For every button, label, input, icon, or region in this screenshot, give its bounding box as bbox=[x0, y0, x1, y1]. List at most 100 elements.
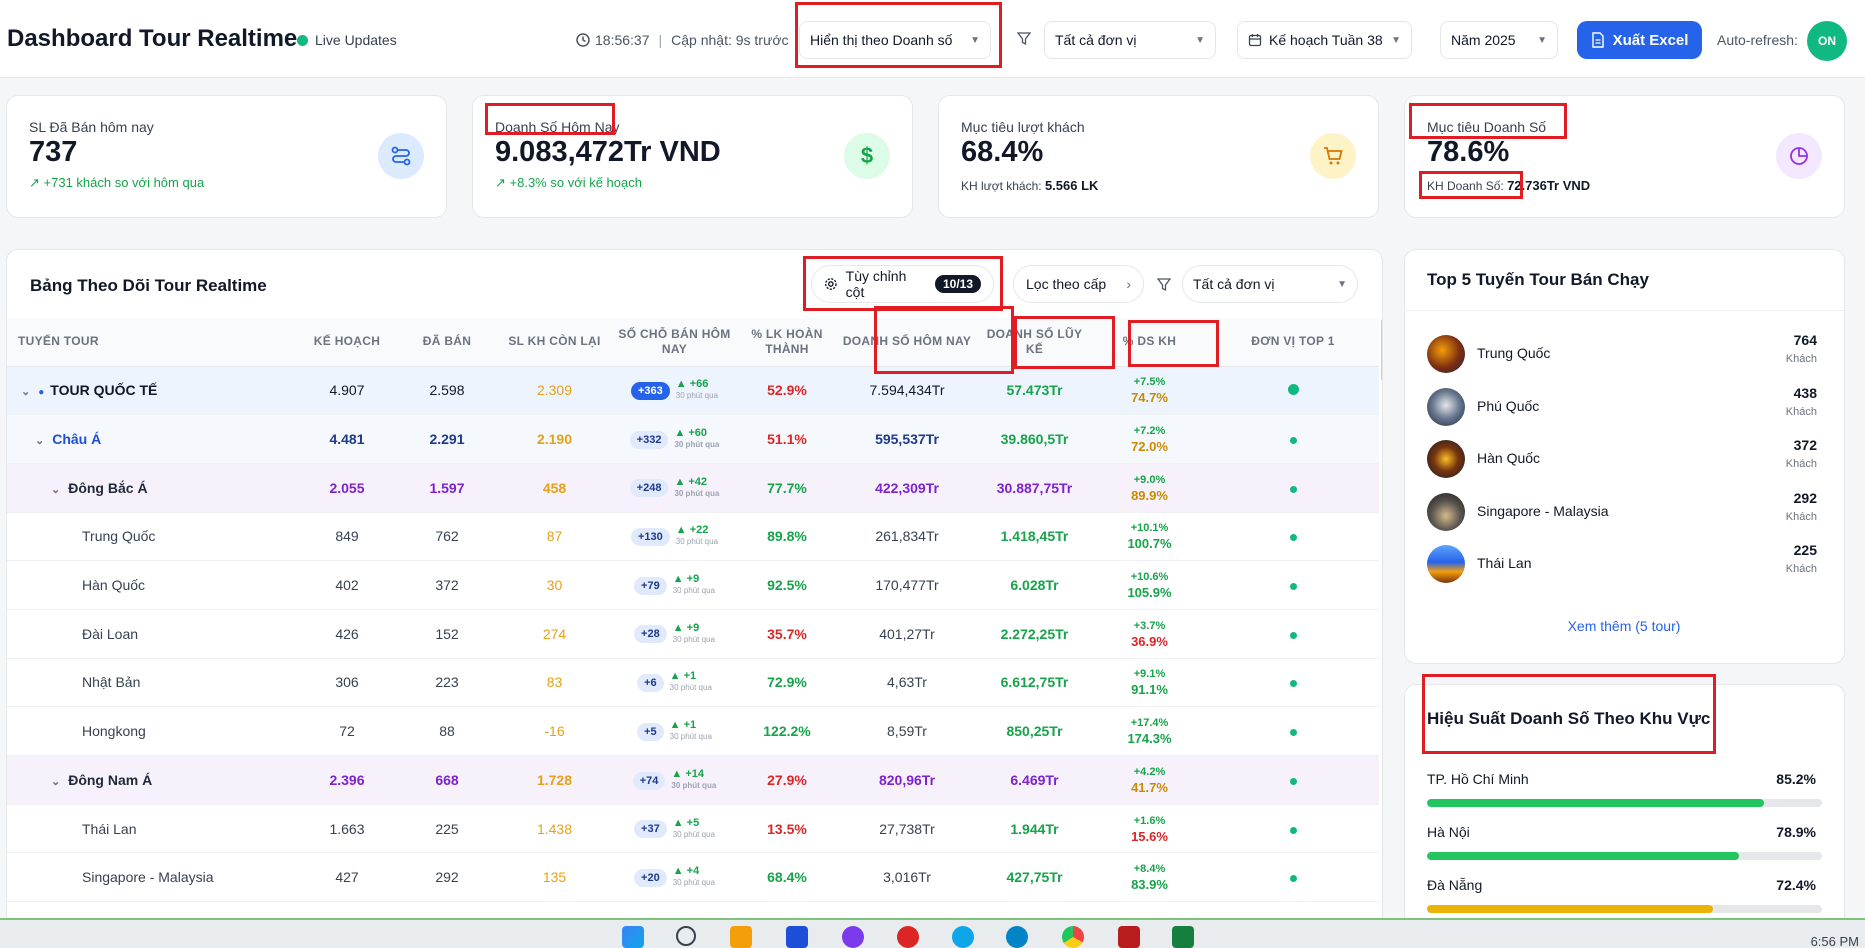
sold-cell: 292 bbox=[397, 852, 497, 903]
revenue-cumulative-cell: 6.612,75Tr bbox=[977, 658, 1092, 708]
filter-icon[interactable] bbox=[1017, 32, 1031, 46]
table-row[interactable]: Thái Lan 1.663 225 1.438 +37 ▲ +5 30 phút qua 1… bbox=[7, 804, 1379, 854]
unit-select[interactable]: Tất cả đơn vị ▼ bbox=[1044, 21, 1216, 59]
filter-icon[interactable] bbox=[1157, 278, 1171, 292]
chevron-down-icon: ▼ bbox=[1537, 34, 1547, 46]
col-header-revenue-cumulative[interactable]: Doanh Số Lũy Kế bbox=[977, 318, 1092, 367]
status-dot-icon bbox=[1289, 583, 1297, 591]
today-seats-badge: +363 bbox=[630, 382, 670, 401]
kpi-trend-text: +8.3% so với kế hoạch bbox=[509, 175, 642, 190]
outlook-icon[interactable] bbox=[786, 926, 808, 948]
windows-start-icon[interactable] bbox=[622, 926, 644, 948]
revenue-plan-pct: 41.7% bbox=[1131, 779, 1168, 795]
col-header-sold[interactable]: Đã Bán bbox=[397, 318, 497, 367]
plan-cell: 2.055 bbox=[297, 463, 397, 513]
table-row[interactable]: Nhật Bản 306 223 83 +6 ▲ +1 30 phút qua 72.9% 4,… bbox=[7, 658, 1379, 708]
opera-icon[interactable] bbox=[897, 926, 919, 948]
display-mode-select[interactable]: Hiển thị theo Doanh số ▼ bbox=[799, 21, 991, 59]
revenue-today-cell: 27,738Tr bbox=[837, 804, 977, 854]
col-header-top-unit[interactable]: Đơn vị Top 1 bbox=[1207, 318, 1379, 367]
search-icon[interactable] bbox=[676, 926, 696, 946]
taskbar: 6:56 PM bbox=[0, 918, 1865, 948]
kpi-label: Doanh Số Hôm Nay bbox=[495, 119, 620, 135]
table-row[interactable]: Hongkong 72 88 -16 +5 ▲ +1 30 phút qua 122.2% 8,… bbox=[7, 706, 1379, 756]
table-row[interactable]: ⌄ Đông Nam Á 2.396 668 1.728 +74 ▲ +14 30 phút … bbox=[7, 755, 1379, 805]
route-name: Thái Lan bbox=[1477, 555, 1532, 571]
today-seats-cell: +6 ▲ +1 30 phút qua bbox=[612, 658, 737, 708]
table-unit-value: Tất cả đơn vị bbox=[1193, 276, 1275, 292]
route-name: Hàn Quốc bbox=[82, 577, 146, 594]
table-row[interactable]: ⌄ Đông Bắc Á 2.055 1.597 458 +248 ▲ +42 30 phút… bbox=[7, 463, 1379, 513]
table-row[interactable]: Hàn Quốc 402 372 30 +79 ▲ +9 30 phút qua 92.5% 1… bbox=[7, 560, 1379, 610]
pie-icon bbox=[1776, 133, 1822, 179]
today-seats-badge: +6 bbox=[637, 674, 664, 693]
revenue-plan-delta: +7.2% bbox=[1133, 425, 1166, 438]
plan-cell: 1.663 bbox=[297, 804, 397, 854]
table-scrollbar[interactable] bbox=[1381, 318, 1382, 382]
kpi-card-revenue-target: Mục tiêu Doanh Số 78.6% KH Doanh Số: 72.… bbox=[1404, 95, 1845, 218]
chevron-down-icon[interactable]: ⌄ bbox=[21, 386, 30, 398]
filter-level-button[interactable]: Lọc theo cấp › bbox=[1013, 265, 1144, 303]
delta-block: ▲ +9 30 phút qua bbox=[673, 574, 715, 596]
clock-icon bbox=[576, 33, 590, 47]
zalo-icon[interactable] bbox=[952, 926, 974, 948]
table-unit-select[interactable]: Tất cả đơn vị ▼ bbox=[1182, 265, 1358, 303]
top-route-item[interactable]: Singapore - Malaysia 292 Khách bbox=[1405, 485, 1843, 539]
chevron-down-icon: ▼ bbox=[1195, 34, 1205, 46]
skype-icon[interactable] bbox=[1006, 926, 1028, 948]
route-name: Nhật Bản bbox=[82, 674, 141, 691]
top-route-item[interactable]: Phú Quốc 438 Khách bbox=[1405, 380, 1843, 434]
today-seats-cell: +74 ▲ +14 30 phút qua bbox=[612, 755, 737, 805]
year-value: Năm 2025 bbox=[1451, 32, 1516, 48]
revenue-plan-cell: +9.0% 89.9% bbox=[1092, 463, 1207, 513]
col-header-today-seats[interactable]: Số chỗ bán hôm nay bbox=[612, 318, 737, 367]
delta-value: ▲ +1 bbox=[669, 719, 697, 732]
plan-cell: 72 bbox=[297, 706, 397, 756]
app-icon[interactable] bbox=[842, 926, 864, 948]
col-header-route[interactable]: Tuyến Tour bbox=[7, 318, 297, 367]
region-name: Hà Nội bbox=[1427, 824, 1470, 840]
top-route-item[interactable]: Trung Quốc 764 Khách bbox=[1405, 327, 1843, 381]
top-route-item[interactable]: Hàn Quốc 372 Khách bbox=[1405, 432, 1843, 486]
chrome-icon[interactable] bbox=[1062, 926, 1084, 948]
col-header-plan[interactable]: Kế Hoạch bbox=[297, 318, 397, 367]
chevron-down-icon[interactable]: ⌄ bbox=[35, 435, 44, 447]
page-title: Dashboard Tour Realtime bbox=[7, 25, 298, 52]
table-row[interactable]: Trung Quốc 849 762 87 +130 ▲ +22 30 phút qua 89… bbox=[7, 512, 1379, 562]
col-header-remaining[interactable]: SL KH Còn Lại bbox=[497, 318, 612, 367]
unit-value: Tất cả đơn vị bbox=[1055, 32, 1137, 48]
table-row[interactable]: Singapore - Malaysia 427 292 135 +20 ▲ +4 30 p… bbox=[7, 852, 1379, 903]
revenue-today-cell: 4,63Tr bbox=[837, 658, 977, 708]
revenue-plan-delta: +7.5% bbox=[1133, 376, 1166, 389]
cart-icon bbox=[1310, 133, 1356, 179]
revenue-plan-delta: +4.2% bbox=[1133, 765, 1166, 778]
col-header-revenue-today[interactable]: Doanh Số Hôm Nay bbox=[837, 318, 977, 367]
plan-cell: 402 bbox=[297, 560, 397, 610]
col-header-lk-completion[interactable]: % LK Hoàn Thành bbox=[737, 318, 837, 367]
delta-period: 30 phút qua bbox=[672, 586, 715, 596]
excel-icon[interactable] bbox=[1172, 926, 1194, 948]
revenue-plan-delta: +10.6% bbox=[1130, 571, 1169, 584]
chevron-down-icon[interactable]: ⌄ bbox=[51, 776, 60, 788]
year-select[interactable]: Năm 2025 ▼ bbox=[1440, 21, 1558, 59]
plan-select[interactable]: Kế hoạch Tuần 38 ▼ bbox=[1237, 21, 1412, 59]
sold-cell: 2.598 bbox=[397, 366, 497, 416]
revenue-today-cell: 7.594,434Tr bbox=[837, 366, 977, 416]
table-row[interactable]: ⌄ ● TOUR QUỐC TẾ 4.907 2.598 2.309 +363 ▲ +66 30… bbox=[7, 366, 1379, 416]
top-unit-cell bbox=[1207, 706, 1379, 756]
table-row[interactable]: ⌄ Châu Á 4.481 2.291 2.190 +332 ▲ +60 30 phút q… bbox=[7, 414, 1379, 464]
delta-period: 30 phút qua bbox=[674, 440, 720, 450]
chevron-down-icon[interactable]: ⌄ bbox=[51, 484, 60, 496]
show-more-link[interactable]: Xem thêm (5 tour) bbox=[1405, 618, 1843, 634]
autorefresh-toggle[interactable]: ON bbox=[1807, 21, 1847, 61]
revenue-cumulative-cell: 6.028Tr bbox=[977, 560, 1092, 610]
col-header-revenue-plan-pct[interactable]: % DS KH bbox=[1092, 318, 1207, 367]
top-route-item[interactable]: Thái Lan 225 Khách bbox=[1405, 537, 1843, 591]
app-icon[interactable] bbox=[1118, 926, 1140, 948]
route-unit: Khách bbox=[1785, 406, 1817, 418]
export-excel-button[interactable]: Xuất Excel bbox=[1577, 21, 1702, 59]
file-explorer-icon[interactable] bbox=[730, 926, 752, 948]
table-row[interactable]: Đài Loan 426 152 274 +28 ▲ +9 30 phút qua 35.7%… bbox=[7, 609, 1379, 659]
customize-columns-button[interactable]: Tùy chỉnh cột 10/13 bbox=[811, 265, 994, 303]
route-thumbnail bbox=[1427, 545, 1465, 583]
